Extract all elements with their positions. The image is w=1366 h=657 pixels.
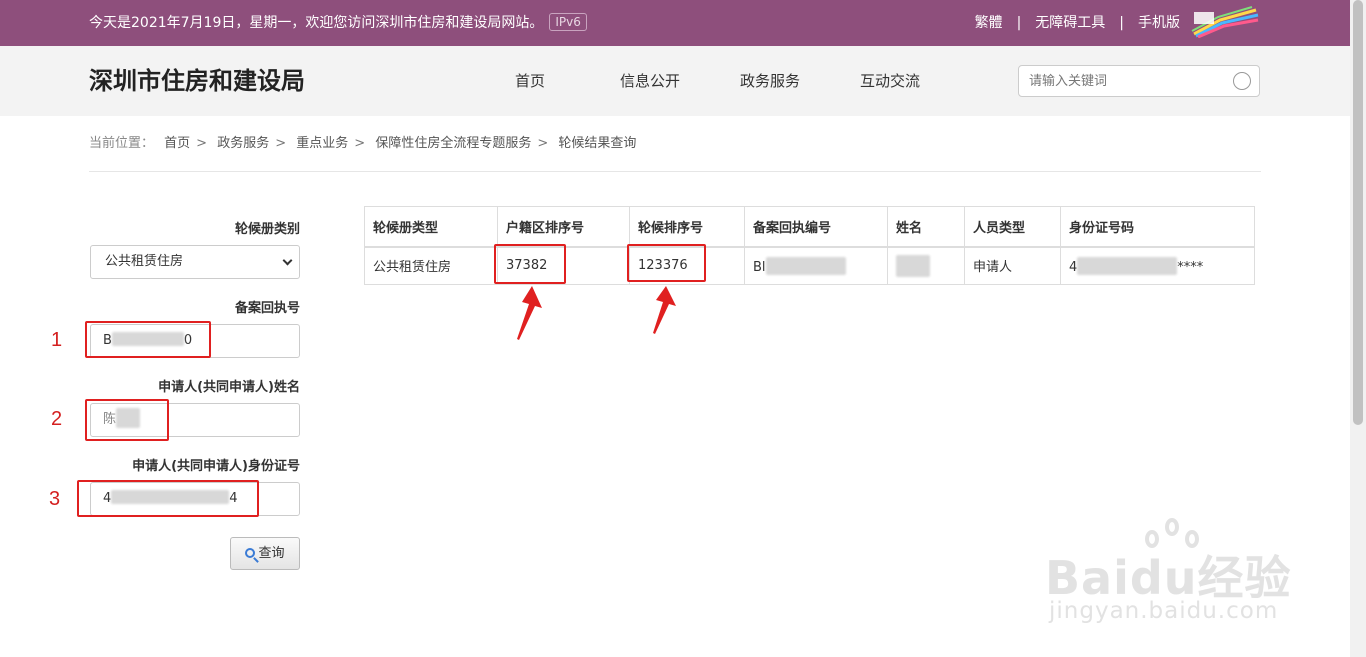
site-header: 深圳市住房和建设局 首页 信息公开 政务服务 互动交流: [0, 46, 1350, 116]
annotation-box: [85, 399, 169, 441]
watermark-url: jingyan.baidu.com: [1049, 598, 1279, 624]
id-end: ****: [1177, 259, 1204, 275]
welcome-text: 今天是2021年7月19日，星期一，欢迎您访问深圳市住房和建设局网站。 IPv6: [89, 13, 587, 33]
masked-text: [1077, 256, 1178, 275]
receipt-start: Bl: [753, 259, 766, 275]
welcome-message: 今天是2021年7月19日，星期一，欢迎您访问深圳市住房和建设局网站。: [89, 15, 544, 31]
breadcrumb-home[interactable]: 首页: [164, 136, 190, 151]
magnifier-icon: [245, 548, 256, 558]
divider: [89, 171, 1261, 172]
column-header: 户籍区排序号: [497, 206, 630, 248]
breadcrumb-key-business[interactable]: 重点业务: [296, 136, 348, 151]
annotation-box: [627, 244, 706, 282]
column-header: 身份证号码: [1060, 206, 1255, 248]
category-label: 轮候册类别: [234, 222, 300, 237]
masked-text: [896, 254, 930, 277]
nav-home[interactable]: 首页: [470, 71, 590, 91]
breadcrumb-housing-service[interactable]: 保障性住房全流程专题服务: [375, 136, 531, 151]
applicant-name-label: 申请人(共同申请人)姓名: [158, 380, 300, 395]
annotation-box: [77, 480, 259, 517]
search-box: [1018, 65, 1260, 97]
cell-type: 公共租赁住房: [364, 246, 498, 285]
annotation-marker-3: 3: [49, 488, 61, 510]
id-start: 4: [1069, 259, 1078, 275]
breadcrumb-current: 轮候结果查询: [558, 136, 637, 151]
paw-icon: [1165, 518, 1179, 536]
top-links: 繁體 | 无障碍工具 | 手机版: [975, 13, 1180, 33]
search-icon[interactable]: [1233, 72, 1251, 90]
annotation-arrow-icon: [653, 286, 676, 334]
top-bar: 今天是2021年7月19日，星期一，欢迎您访问深圳市住房和建设局网站。 IPv6 …: [0, 0, 1350, 46]
breadcrumb-separator: >: [354, 136, 366, 151]
receipt-label: 备案回执号: [234, 301, 300, 316]
query-button-label: 查询: [258, 546, 285, 561]
column-header: 人员类型: [964, 206, 1061, 248]
scrollbar-thumb[interactable]: [1353, 0, 1363, 425]
site-logo-icon[interactable]: [1190, 6, 1260, 38]
cell-name: [887, 246, 965, 285]
search-input[interactable]: [1019, 66, 1219, 96]
traditional-chinese-link[interactable]: 繁體: [975, 15, 1003, 31]
column-header: 备案回执编号: [744, 206, 888, 248]
breadcrumb-separator: >: [196, 136, 208, 151]
main-nav: 首页 信息公开 政务服务 互动交流: [470, 71, 950, 91]
breadcrumb-separator: >: [275, 136, 287, 151]
column-header: 轮候册类型: [364, 206, 498, 248]
breadcrumb: 当前位置： 首页 > 政务服务 > 重点业务 > 保障性住房全流程专题服务 > 轮候结果…: [89, 135, 636, 153]
nav-government-services[interactable]: 政务服务: [710, 71, 830, 91]
chevron-down-icon: [282, 255, 293, 266]
cell-id: 4 ****: [1060, 246, 1255, 285]
annotation-box: [494, 244, 566, 284]
annotation-marker-1: 1: [51, 329, 63, 351]
cell-person-type: 申请人: [964, 246, 1061, 285]
applicant-id-label: 申请人(共同申请人)身份证号: [132, 459, 300, 474]
nav-info-disclosure[interactable]: 信息公开: [590, 71, 710, 91]
category-select[interactable]: 公共租赁住房: [90, 245, 300, 279]
category-selected-value: 公共租赁住房: [105, 254, 184, 269]
column-header: 轮候排序号: [629, 206, 745, 248]
annotation-box: [85, 321, 211, 358]
ipv6-badge: IPv6: [549, 13, 587, 31]
accessibility-tools-link[interactable]: 无障碍工具: [1035, 15, 1105, 31]
column-header: 姓名: [887, 206, 965, 248]
breadcrumb-label: 当前位置：: [89, 136, 155, 151]
breadcrumb-government-services[interactable]: 政务服务: [217, 136, 269, 151]
page-scrollbar[interactable]: [1350, 0, 1366, 657]
separator: |: [1119, 15, 1124, 31]
site-title[interactable]: 深圳市住房和建设局: [89, 66, 305, 96]
baidu-watermark: Baidu经验 jingyan.baidu.com: [1045, 518, 1295, 630]
breadcrumb-separator: >: [537, 136, 549, 151]
annotation-arrow-icon: [517, 286, 542, 340]
query-button[interactable]: 查询: [230, 537, 300, 570]
masked-text: [765, 256, 846, 275]
separator: |: [1016, 15, 1022, 31]
annotation-marker-2: 2: [51, 408, 63, 430]
mobile-version-link[interactable]: 手机版: [1138, 15, 1180, 31]
table-header-row: 轮候册类型 户籍区排序号 轮候排序号 备案回执编号 姓名 人员类型 身份证号码: [364, 206, 1255, 248]
cell-receipt: Bl: [744, 246, 888, 285]
nav-interaction[interactable]: 互动交流: [830, 71, 950, 91]
